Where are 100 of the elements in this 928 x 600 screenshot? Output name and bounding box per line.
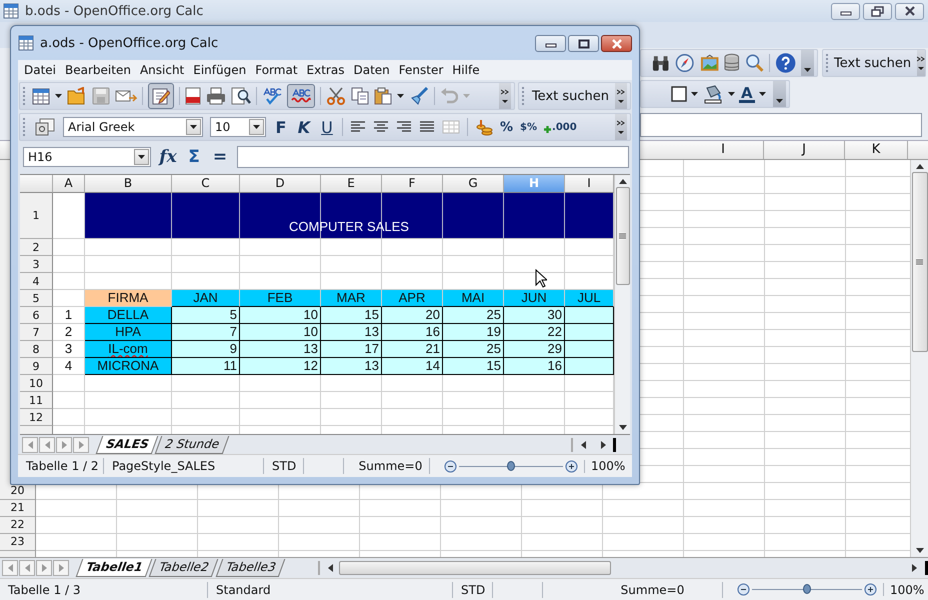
caret-icon[interactable] [691, 92, 698, 96]
font-size-combobox[interactable]: 10 [210, 117, 266, 137]
styles-icon[interactable] [34, 118, 56, 136]
minimize-button[interactable] [831, 2, 860, 20]
spellcheck-icon[interactable] [262, 87, 282, 105]
paintbrush-icon[interactable] [409, 87, 429, 105]
menu-item[interactable]: Einfügen [189, 63, 250, 77]
name-box[interactable]: H16 [23, 147, 151, 167]
row-header[interactable]: 12 [20, 409, 53, 426]
column-header[interactable]: I [565, 175, 614, 193]
toolbar-overflow-button[interactable] [801, 50, 814, 76]
pdf-icon[interactable] [185, 87, 201, 105]
edit-mode-button[interactable] [148, 83, 174, 109]
align-right-icon[interactable] [396, 121, 412, 133]
column-header[interactable]: F [382, 175, 443, 193]
printer-icon[interactable] [206, 87, 226, 105]
sheet-tab[interactable]: SALES [96, 436, 159, 454]
row-header[interactable]: 11 [20, 392, 53, 409]
column-header[interactable]: J [764, 141, 845, 159]
row-header[interactable]: 8 [20, 341, 53, 358]
column-header[interactable]: B [85, 175, 172, 193]
align-left-icon[interactable] [350, 121, 366, 133]
toolbar-overflow-button[interactable] [773, 81, 786, 107]
clipboard-icon[interactable] [374, 87, 392, 105]
minimize-button[interactable] [535, 35, 566, 52]
scrollbar-thumb[interactable] [912, 172, 928, 352]
copy-icon[interactable] [351, 87, 369, 105]
sheet-tab[interactable]: Tabelle1 [76, 559, 152, 577]
sheet-tab[interactable]: 2 Stunde [155, 436, 230, 454]
column-header[interactable]: I [683, 141, 764, 159]
scrollbar-thumb[interactable] [616, 187, 630, 285]
sheet-tab[interactable]: Tabelle2 [148, 559, 219, 577]
menu-item[interactable]: Bearbeiten [61, 63, 135, 77]
column-header[interactable]: C [172, 175, 240, 193]
auto-spellcheck-button[interactable] [287, 84, 315, 108]
sheet-nav-button[interactable] [39, 436, 55, 452]
sheet-tab[interactable]: Tabelle3 [215, 559, 286, 577]
toolbar-overflow-button[interactable] [615, 114, 627, 140]
toolbar-overflow-button[interactable] [615, 83, 627, 109]
menu-item[interactable]: Datei [20, 63, 60, 77]
column-header[interactable]: K [845, 141, 908, 159]
standard-format-button[interactable]: $% [520, 122, 538, 132]
sheet-nav-button[interactable] [2, 560, 18, 576]
menu-item[interactable]: Fenster [394, 63, 448, 77]
row-header[interactable]: 10 [20, 375, 53, 392]
help-icon[interactable] [775, 52, 796, 74]
borders-button[interactable] [671, 86, 687, 102]
coins-icon[interactable] [475, 118, 493, 136]
sheet-nav-button[interactable] [56, 436, 72, 452]
formula-button[interactable]: = [211, 147, 229, 167]
compass-icon[interactable] [675, 53, 695, 73]
vertical-scrollbar[interactable] [910, 160, 928, 557]
find-text-button[interactable]: Text suchen [530, 88, 611, 104]
menu-item[interactable]: Daten [349, 63, 394, 77]
find-text-button[interactable]: Text suchen [832, 56, 914, 70]
background-color-button[interactable] [702, 84, 724, 104]
sheet-nav-button[interactable] [53, 560, 69, 576]
row-header[interactable]: 23 [0, 534, 35, 551]
row-header[interactable]: 9 [20, 358, 53, 375]
column-header[interactable]: G [443, 175, 504, 193]
toolbar-overflow-button[interactable] [917, 50, 926, 76]
menu-item[interactable]: Ansicht [136, 63, 188, 77]
zoom-slider-thumb[interactable] [803, 584, 811, 594]
row-header[interactable]: 21 [0, 500, 35, 517]
row-header[interactable]: 3 [20, 256, 53, 273]
row-header[interactable]: 7 [20, 324, 53, 341]
merge-cells-icon[interactable] [442, 120, 460, 134]
caret-icon[interactable] [758, 92, 766, 96]
binoculars-icon[interactable] [651, 54, 670, 72]
justify-icon[interactable] [419, 121, 435, 133]
row-header[interactable]: 4 [20, 273, 53, 290]
picture-icon[interactable] [700, 54, 720, 72]
zoom-icon[interactable] [744, 53, 764, 73]
caret-icon[interactable] [397, 94, 404, 98]
row-header[interactable]: 2 [20, 239, 53, 256]
scissors-icon[interactable] [326, 87, 346, 105]
row-header[interactable]: 22 [0, 517, 35, 534]
menu-item[interactable]: Format [251, 63, 302, 77]
vertical-scrollbar[interactable] [614, 175, 630, 434]
bold-button[interactable]: F [273, 118, 289, 136]
zoom-slider-thumb[interactable] [507, 460, 515, 470]
add-decimal-button[interactable]: .000 [544, 122, 577, 132]
column-header[interactable]: D [240, 175, 321, 193]
percent-button[interactable]: % [500, 120, 514, 134]
sheet-nav-button[interactable] [19, 560, 35, 576]
menu-item[interactable]: Hilfe [448, 63, 484, 77]
font-color-button[interactable]: A [739, 86, 755, 102]
font-name-combobox[interactable]: Arial Greek [63, 117, 203, 137]
page-magnifier-icon[interactable] [231, 87, 251, 105]
row-header[interactable]: 6 [20, 307, 53, 324]
italic-button[interactable]: K [296, 118, 312, 136]
zoom-out-icon[interactable] [444, 460, 457, 472]
horizontal-scrollbar[interactable] [318, 561, 928, 575]
caret-icon[interactable] [55, 94, 62, 98]
align-center-icon[interactable] [373, 121, 389, 133]
column-header[interactable]: E [321, 175, 382, 193]
row-header[interactable]: 5 [20, 290, 53, 307]
function-wizard-button[interactable]: fx [159, 147, 177, 167]
zoom-in-icon[interactable] [864, 583, 877, 596]
zoom-in-icon[interactable] [565, 460, 578, 472]
